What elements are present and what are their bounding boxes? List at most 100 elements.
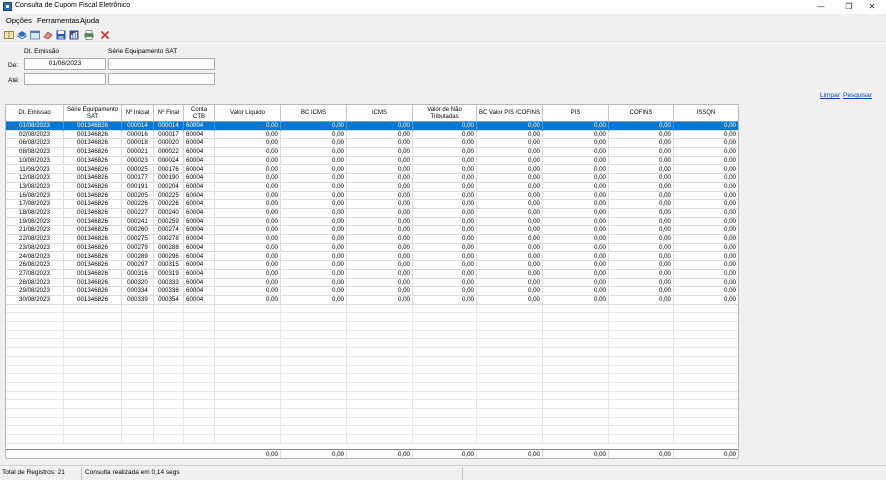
cell-num-inicial: 000177 [122,174,154,183]
serie-de-input[interactable] [108,58,215,70]
cell-cofins: 0,00 [609,148,674,157]
table-row[interactable]: 02/08/2023 001346826 000016 000017 60004 0,00… [6,130,738,140]
save-icon[interactable] [56,30,66,40]
table-row[interactable]: 30/08/2023 001346826 000339 000354 60004 0,00… [6,296,738,305]
header-num-inicial[interactable]: Nº Inicial [122,105,154,122]
table-row[interactable]: 28/08/2023 001346826 000320 000333 60004 0,00… [6,278,738,288]
cell-bc-icms: 0,00 [281,122,347,131]
header-valor-nao-tributadas[interactable]: Valor de Não Tributadas [413,105,477,122]
grid-line [412,356,413,366]
table-row[interactable]: 18/08/2023 001346826 000227 000240 60004 0,00… [6,209,738,218]
cell-pis: 0,00 [543,200,609,209]
close-button[interactable]: ✕ [858,0,886,14]
table-row[interactable]: 23/08/2023 001346826 000279 000288 60004 0,00… [6,243,738,253]
cell-pis: 0,00 [543,191,609,201]
cell-bc-pis-cofins: 0,00 [477,130,543,140]
table-row[interactable]: 21/08/2023 001346826 000260 000274 60004 0,00… [6,226,738,236]
grid-line [476,435,477,444]
grid-line [412,383,413,392]
empty-row [6,435,738,444]
grid-line [542,356,543,366]
cell-bc-pis-cofins: 0,00 [477,217,543,227]
cell-num-final: 000190 [154,174,184,183]
table-row[interactable]: 24/08/2023 001346826 000289 000296 60004 0,00… [6,252,738,262]
table-row[interactable]: 22/08/2023 001346826 000275 000278 60004 0,00… [6,235,738,244]
cell-valor-nao-tributadas: 0,00 [413,287,477,296]
cell-serie-sat: 001346826 [64,243,122,253]
total-bc-icms: 0,00 [281,450,347,458]
table-row[interactable]: 11/08/2023 001346826 000025 000176 60004 0,00… [6,165,738,175]
grid-line [63,330,64,340]
menu-opcoes[interactable]: Opções [6,16,32,25]
cell-conta-ctb: 60004 [184,191,215,201]
grid-line [476,374,477,383]
serie-ate-input[interactable] [108,73,215,85]
cell-conta-ctb: 60004 [184,139,215,149]
header-valor-liquido[interactable]: Valor Líquido [215,105,281,122]
cell-num-inicial: 000016 [122,130,154,140]
header-dt-emissao[interactable]: Dt. Emissao [6,105,64,122]
cell-num-final: 000259 [154,217,184,227]
grid-line [153,330,154,340]
grid-line [608,313,609,323]
cell-icms: 0,00 [347,122,413,131]
cell-valor-nao-tributadas: 0,00 [413,296,477,305]
menu-ferramentas[interactable]: Ferramentas [37,16,80,25]
cell-icms: 0,00 [347,296,413,305]
cell-bc-pis-cofins: 0,00 [477,209,543,218]
cell-pis: 0,00 [543,278,609,288]
window-icon[interactable] [30,30,40,40]
cell-bc-icms: 0,00 [281,165,347,175]
table-row[interactable]: 26/08/2023 001346826 000297 000315 60004 0,00… [6,261,738,270]
dt-emissao-de-input[interactable]: 01/08/2023 [24,58,106,70]
table-row[interactable]: 01/08/2023 001346826 000014 000014 60004 0,00… [6,122,738,131]
chart-icon[interactable] [69,30,79,40]
grid-line [542,417,543,427]
header-cofins[interactable]: COFINS [609,105,674,122]
header-pis[interactable]: PIS [543,105,609,122]
delete-icon[interactable] [100,30,110,40]
cell-dt-emissao: 08/08/2023 [6,148,64,157]
cell-conta-ctb: 60004 [184,252,215,262]
table-row[interactable]: 16/08/2023 001346826 000205 000225 60004 0,00… [6,191,738,201]
header-issqn[interactable]: ISSQN [674,105,738,122]
grid-line [153,374,154,383]
table-row[interactable]: 27/08/2023 001346826 000316 000319 60004 0,00… [6,269,738,279]
grid-line [280,374,281,383]
eraser-icon[interactable] [43,30,53,40]
title-bar: Consulta de Cupom Fiscal Eletrônico — ❐ … [0,0,886,14]
layers-icon[interactable] [16,30,28,40]
table-row[interactable]: 29/08/2023 001346826 000334 000338 60004 0,00… [6,287,738,296]
dt-emissao-ate-input[interactable] [24,73,106,85]
limpar-link[interactable]: Limpar [820,92,840,99]
grid-line [121,417,122,427]
minimize-button[interactable]: — [807,0,835,14]
grid-line [346,330,347,340]
table-row[interactable]: 06/08/2023 001346826 000018 000020 60004 0,00… [6,139,738,149]
table-row[interactable]: 17/08/2023 001346826 000226 000226 60004 0,00… [6,200,738,209]
grid-line [214,417,215,427]
book-icon[interactable] [4,30,14,40]
table-row[interactable]: 13/08/2023 001346826 000191 000204 60004 0,00… [6,182,738,192]
cell-valor-liquido: 0,00 [215,243,281,253]
header-icms[interactable]: ICMS [347,105,413,122]
header-bc-pis-cofins[interactable]: BC Valor PIS /COFINS [477,105,543,122]
table-row[interactable]: 08/08/2023 001346826 000021 000022 60004 0,00… [6,148,738,157]
cell-cofins: 0,00 [609,139,674,149]
table-row[interactable]: 19/08/2023 001346826 000241 000259 60004 0,00… [6,217,738,227]
header-bc-icms[interactable]: BC ICMS [281,105,347,122]
cell-bc-pis-cofins: 0,00 [477,269,543,279]
results-grid[interactable]: Dt. Emissao Série Equipamento SAT Nº Inici… [5,104,739,459]
header-num-final[interactable]: Nº Final [154,105,184,122]
pesquisar-link[interactable]: Pesquisar [843,92,872,99]
print-icon[interactable] [84,30,94,40]
header-serie-sat[interactable]: Série Equipamento SAT [64,105,122,122]
table-row[interactable]: 10/08/2023 001346826 000023 000024 60004 0,00… [6,156,738,166]
window-title: Consulta de Cupom Fiscal Eletrônico [15,2,131,9]
header-conta-ctb[interactable]: Conta CTB [184,105,215,122]
grid-line [121,330,122,340]
grid-line [412,339,413,349]
cell-valor-nao-tributadas: 0,00 [413,182,477,192]
table-row[interactable]: 12/08/2023 001346826 000177 000190 60004 0,00… [6,174,738,183]
menu-ajuda[interactable]: Ajuda [80,16,99,25]
